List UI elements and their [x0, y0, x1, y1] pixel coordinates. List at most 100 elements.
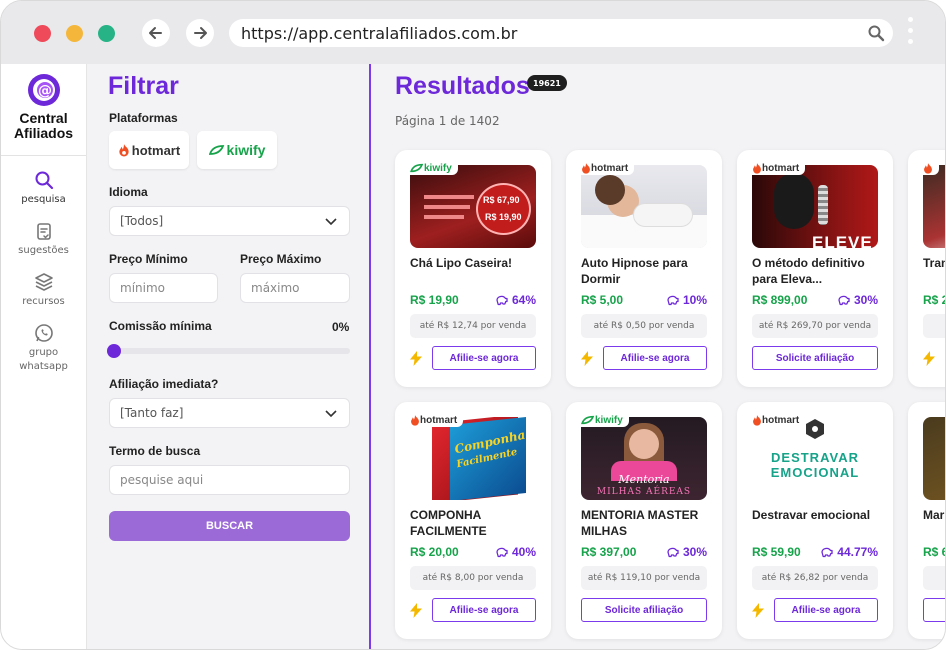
max-price-label: Preço Máximo: [240, 252, 322, 266]
product-price: R$ 6: [923, 545, 946, 559]
whatsapp-icon: [34, 324, 53, 342]
thumb-word-2: EMOCIONAL: [770, 465, 860, 480]
brand-logo[interactable]: @ Central Afiliados: [1, 64, 86, 156]
commission-rate: 30%: [666, 545, 707, 559]
product-card[interactable]: Componha Facilmente hotmart COMPONHA FAC…: [395, 402, 551, 639]
min-price-input[interactable]: mínimo: [109, 273, 218, 303]
thumb-word-1: Mentoria: [618, 473, 670, 486]
min-price-label: Preço Mínimo: [109, 252, 188, 266]
platform-badge-kiwify: kiwify: [581, 413, 629, 427]
back-button[interactable]: [142, 19, 170, 47]
earning-per-sale: até R$ 119,10 por venda: [581, 566, 707, 590]
lightning-bolt-icon: [581, 351, 593, 366]
earning-per-sale: até R$ 269,70 por venda: [752, 314, 878, 338]
maximize-window-button[interactable]: [98, 25, 115, 42]
product-price: R$ 5,00: [581, 293, 624, 307]
browser-menu-icon[interactable]: [906, 17, 914, 51]
commission-slider[interactable]: [107, 344, 350, 358]
language-label: Idioma: [109, 185, 148, 199]
earning-per-sale: até R$ 12,74 por venda: [410, 314, 536, 338]
piggy-bank-icon: [821, 547, 833, 558]
sidebar-item-pesquisa[interactable]: pesquisa: [1, 170, 86, 207]
affiliate-now-button[interactable]: Afilie-se agora: [774, 598, 878, 622]
product-card[interactable]: R$ 67,90 R$ 19,90 kiwify Chá Lipo Caseir…: [395, 150, 551, 387]
sidebar: @ Central Afiliados pesquisa sugestões r…: [1, 64, 87, 649]
product-title: Chá Lipo Caseira!: [410, 256, 513, 270]
language-value: [Todos]: [120, 214, 164, 228]
platforms-label: Plataformas: [109, 111, 178, 125]
platform-badge-hotmart: hotmart: [752, 161, 806, 175]
earning-per-sale: até R$ 26,82 por venda: [752, 566, 878, 590]
product-thumbnail: [581, 165, 707, 248]
earning-per-sale: até R$ 0,50 por venda: [581, 314, 707, 338]
affiliate-now-button[interactable]: Afilie-se agora: [432, 598, 536, 622]
product-price: R$ 19,90: [410, 293, 459, 307]
product-price: R$ 2: [923, 293, 946, 307]
address-bar[interactable]: https://app.centralafiliados.com.br: [229, 19, 893, 47]
url-text: https://app.centralafiliados.com.br: [241, 23, 518, 43]
sidebar-item-label: grupo whatsapp: [19, 347, 68, 372]
product-thumbnail: [923, 165, 945, 248]
affiliate-now-button[interactable]: Afilie-se agora: [603, 346, 707, 370]
piggy-bank-icon: [667, 295, 679, 306]
request-affiliation-button[interactable]: Solicite afiliação: [581, 598, 707, 622]
affiliate-button[interactable]: [923, 598, 945, 622]
flame-icon: [753, 414, 761, 426]
commission-rate: 10%: [666, 293, 707, 307]
at-sign-logo-icon: @: [27, 74, 60, 106]
product-title: COMPONHA FACILMENTE: [410, 508, 487, 538]
layers-icon: [34, 273, 53, 291]
product-card[interactable]: Tran R$ 2: [908, 150, 946, 387]
affiliation-select[interactable]: [Tanto faz]: [109, 398, 350, 428]
sidebar-item-recursos[interactable]: recursos: [1, 272, 86, 309]
flame-icon: [119, 143, 129, 157]
platform-badge-hotmart: hotmart: [581, 161, 635, 175]
search-icon[interactable]: [867, 24, 885, 42]
minimize-window-button[interactable]: [66, 25, 83, 42]
clipboard-check-icon: [36, 223, 51, 240]
platform-badge-hotmart: hotmart: [752, 413, 806, 427]
sidebar-item-grupo-whatsapp[interactable]: grupo whatsapp: [1, 323, 86, 374]
max-price-input[interactable]: máximo: [240, 273, 350, 303]
sidebar-item-sugestoes[interactable]: sugestões: [1, 221, 86, 258]
sidebar-item-label: recursos: [22, 296, 65, 307]
product-card[interactable]: Mar - M R$ 6: [908, 402, 946, 639]
product-card[interactable]: hotmart Auto Hipnose para Dormir R$ 5,00…: [566, 150, 722, 387]
close-window-button[interactable]: [34, 25, 51, 42]
product-price: R$ 397,00: [581, 545, 637, 559]
search-button[interactable]: BUSCAR: [109, 511, 350, 541]
piggy-bank-icon: [496, 547, 508, 558]
kiwify-leaf-icon: [581, 415, 595, 425]
request-affiliation-button[interactable]: Solicite afiliação: [752, 346, 878, 370]
flame-icon: [582, 162, 590, 174]
product-thumbnail: DESTRAVAR EMOCIONAL: [752, 417, 878, 500]
sidebar-item-label: pesquisa: [21, 194, 66, 205]
product-card[interactable]: ELEVE hotmart O método definitivo para E…: [737, 150, 893, 387]
search-term-label: Termo de busca: [109, 444, 201, 458]
product-title: MENTORIA MASTER MILHAS: [581, 508, 699, 538]
platform-hotmart-button[interactable]: hotmart: [109, 131, 189, 169]
product-card[interactable]: DESTRAVAR EMOCIONAL hotmart Destravar em…: [737, 402, 893, 639]
slider-handle[interactable]: [107, 344, 121, 358]
platform-kiwify-button[interactable]: kiwify: [197, 131, 277, 169]
results-count-badge: 19621: [527, 75, 567, 91]
language-select[interactable]: [Todos]: [109, 206, 350, 236]
kiwify-leaf-icon: [208, 145, 224, 155]
lightning-bolt-icon: [752, 603, 764, 618]
arrow-left-icon: [149, 27, 162, 39]
affiliate-now-button[interactable]: Afilie-se agora: [432, 346, 536, 370]
search-term-input[interactable]: pesquise aqui: [109, 465, 350, 495]
product-title: Auto Hipnose para Dormir: [581, 256, 688, 286]
commission-rate: 40%: [495, 545, 536, 559]
product-card[interactable]: Mentoria MILHAS AÉREAS kiwify MENTORIA M…: [566, 402, 722, 639]
forward-button[interactable]: [186, 19, 214, 47]
filter-title: Filtrar: [108, 72, 179, 100]
earning-per-sale: [923, 566, 945, 590]
product-title: Destravar emocional: [752, 508, 871, 522]
earning-per-sale: até R$ 8,00 por venda: [410, 566, 536, 590]
search-term-placeholder: pesquise aqui: [120, 473, 204, 487]
product-thumbnail: Mentoria MILHAS AÉREAS: [581, 417, 707, 500]
svg-text:@: @: [38, 83, 52, 99]
product-title: Mar - M: [923, 508, 945, 522]
product-thumbnail: [923, 417, 945, 500]
